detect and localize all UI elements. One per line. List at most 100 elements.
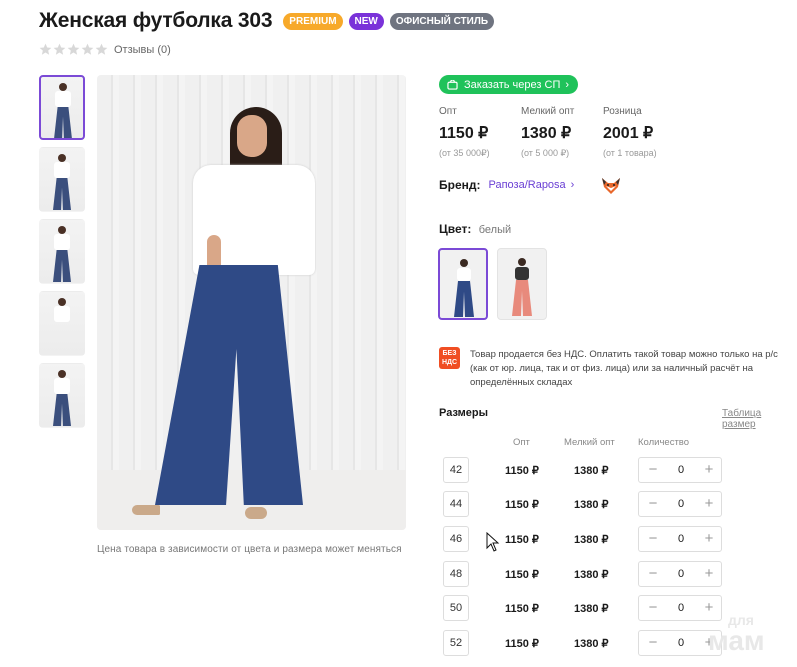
price-label: Мелкий опт bbox=[521, 106, 575, 117]
sizes-title: Размеры bbox=[439, 407, 489, 419]
order-button-label: Заказать через СП bbox=[464, 78, 561, 91]
minus-icon[interactable]: − bbox=[645, 495, 661, 513]
quantity-input[interactable]: 0 bbox=[671, 464, 691, 476]
star-icon[interactable] bbox=[81, 43, 94, 56]
thumbnail-4[interactable] bbox=[39, 291, 85, 356]
order-via-sp-button[interactable]: Заказать через СП › bbox=[439, 75, 579, 94]
size-label: 46 bbox=[443, 526, 469, 552]
plus-icon[interactable]: + bbox=[701, 565, 717, 583]
size-price-small-opt: 1380 ₽ bbox=[574, 603, 609, 615]
size-price-small-opt: 1380 ₽ bbox=[574, 465, 609, 477]
size-price-opt: 1150 ₽ bbox=[505, 638, 539, 650]
quantity-input[interactable]: 0 bbox=[671, 637, 691, 649]
mouse-cursor-icon bbox=[486, 532, 500, 552]
size-row: 52 1150 ₽ 1380 ₽ − 0 + bbox=[443, 630, 733, 656]
fox-logo-icon[interactable] bbox=[600, 176, 622, 196]
office-style-badge[interactable]: ОФИСНЫЙ СТИЛЬ bbox=[389, 12, 495, 30]
plus-icon[interactable]: + bbox=[701, 530, 717, 548]
price-value: 1380 ₽ bbox=[521, 125, 572, 142]
thumbnail-2[interactable] bbox=[39, 147, 85, 212]
quantity-input[interactable]: 0 bbox=[671, 602, 691, 614]
price-wholesale: Опт 1150 ₽ (от 35 000₽) bbox=[439, 106, 521, 159]
watermark: для мам bbox=[708, 612, 765, 656]
quantity-input[interactable]: 0 bbox=[671, 533, 691, 545]
minus-icon[interactable]: − bbox=[645, 461, 661, 479]
price-label: Розница bbox=[603, 106, 642, 117]
photo-caption: Цена товара в зависимости от цвета и раз… bbox=[97, 544, 402, 555]
quantity-stepper: − 0 + bbox=[638, 457, 722, 483]
new-badge: NEW bbox=[348, 12, 384, 30]
price-label: Опт bbox=[439, 106, 457, 117]
main-product-photo[interactable] bbox=[97, 75, 406, 530]
column-header-qty: Количество bbox=[638, 437, 690, 448]
color-value: белый bbox=[478, 224, 512, 236]
size-label: 48 bbox=[443, 561, 469, 587]
size-price-opt: 1150 ₽ bbox=[505, 603, 539, 615]
size-price-opt: 1150 ₽ bbox=[505, 534, 539, 546]
size-price-opt: 1150 ₽ bbox=[505, 465, 539, 477]
size-price-opt: 1150 ₽ bbox=[505, 499, 539, 511]
color-swatch-white[interactable] bbox=[438, 248, 488, 320]
size-price-small-opt: 1380 ₽ bbox=[574, 638, 609, 650]
star-icon[interactable] bbox=[53, 43, 66, 56]
star-icon[interactable] bbox=[67, 43, 80, 56]
size-label: 50 bbox=[443, 595, 469, 621]
plus-icon[interactable]: + bbox=[701, 461, 717, 479]
chevron-right-icon: › bbox=[565, 78, 570, 91]
price-retail: Розница 2001 ₽ (от 1 товара) bbox=[603, 106, 685, 159]
price-note: (от 1 товара) bbox=[603, 148, 657, 158]
title-row: Женская футболка 303 PREMIUM NEW ОФИСНЫЙ… bbox=[39, 9, 495, 33]
watermark-line2: мам bbox=[708, 625, 765, 656]
rating-row: Отзывы (0) bbox=[39, 43, 171, 56]
brand-label: Бренд: bbox=[439, 178, 481, 192]
product-title: Женская футболка 303 bbox=[39, 9, 273, 32]
premium-badge: PREMIUM bbox=[283, 12, 343, 30]
minus-icon[interactable]: − bbox=[645, 634, 661, 652]
quantity-input[interactable]: 0 bbox=[671, 498, 691, 510]
thumbnail-5[interactable] bbox=[39, 363, 85, 428]
minus-icon[interactable]: − bbox=[645, 530, 661, 548]
minus-icon[interactable]: − bbox=[645, 599, 661, 617]
size-row: 44 1150 ₽ 1380 ₽ − 0 + bbox=[443, 491, 733, 517]
cart-icon bbox=[447, 79, 458, 90]
color-swatch-black[interactable] bbox=[497, 248, 547, 320]
vat-notice: Товар продается без НДС. Оплатить такой … bbox=[470, 349, 778, 388]
quantity-stepper: − 0 + bbox=[638, 491, 722, 517]
quantity-stepper: − 0 + bbox=[638, 561, 722, 587]
thumbnail-1[interactable] bbox=[39, 75, 85, 140]
size-label: 44 bbox=[443, 491, 469, 517]
no-vat-icon: БЕЗ НДС bbox=[439, 347, 460, 369]
size-price-opt: 1150 ₽ bbox=[505, 569, 539, 581]
size-price-small-opt: 1380 ₽ bbox=[574, 569, 609, 581]
color-label: Цвет: bbox=[439, 222, 472, 236]
size-row: 48 1150 ₽ 1380 ₽ − 0 + bbox=[443, 561, 733, 587]
thumbnail-list bbox=[39, 75, 87, 435]
color-swatches bbox=[438, 248, 556, 320]
size-price-small-opt: 1380 ₽ bbox=[574, 534, 609, 546]
size-row: 50 1150 ₽ 1380 ₽ − 0 + bbox=[443, 595, 733, 621]
brand-row: Бренд: Рапоза/Raposa › bbox=[439, 178, 574, 192]
size-row: 42 1150 ₽ 1380 ₽ − 0 + bbox=[443, 457, 733, 483]
price-note: (от 35 000₽) bbox=[439, 148, 490, 158]
column-header-small-opt: Мелкий опт bbox=[564, 437, 615, 448]
price-value: 1150 ₽ bbox=[439, 125, 489, 142]
price-value: 2001 ₽ bbox=[603, 125, 654, 142]
price-block: Опт 1150 ₽ (от 35 000₽) Мелкий опт 1380 … bbox=[439, 106, 685, 159]
size-table-link[interactable]: Таблица размер bbox=[722, 408, 797, 430]
quantity-stepper: − 0 + bbox=[638, 526, 722, 552]
size-label: 52 bbox=[443, 630, 469, 656]
minus-icon[interactable]: − bbox=[645, 565, 661, 583]
price-note: (от 5 000 ₽) bbox=[521, 148, 570, 158]
size-label: 42 bbox=[443, 457, 469, 483]
size-price-small-opt: 1380 ₽ bbox=[574, 499, 609, 511]
star-icon[interactable] bbox=[39, 43, 52, 56]
star-icon[interactable] bbox=[95, 43, 108, 56]
quantity-input[interactable]: 0 bbox=[671, 568, 691, 580]
reviews-link[interactable]: Отзывы (0) bbox=[114, 44, 171, 56]
chevron-right-icon: › bbox=[570, 179, 575, 191]
brand-link[interactable]: Рапоза/Raposa bbox=[489, 179, 566, 191]
price-small-wholesale: Мелкий опт 1380 ₽ (от 5 000 ₽) bbox=[521, 106, 603, 159]
column-header-opt: Опт bbox=[513, 437, 530, 448]
thumbnail-3[interactable] bbox=[39, 219, 85, 284]
plus-icon[interactable]: + bbox=[701, 495, 717, 513]
